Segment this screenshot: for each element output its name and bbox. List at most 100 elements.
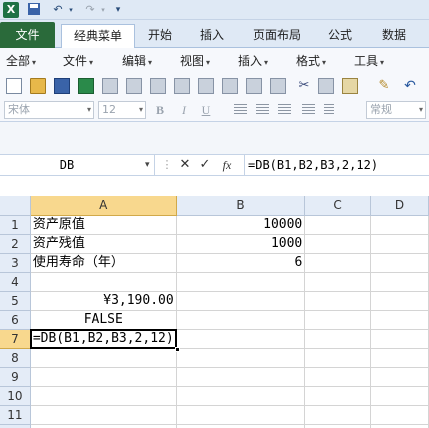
- permission-icon[interactable]: [198, 78, 214, 94]
- undo-icon[interactable]: ↶: [402, 78, 418, 94]
- italic-button[interactable]: I: [176, 102, 192, 118]
- column-header-c[interactable]: C: [304, 196, 371, 216]
- borders-icon[interactable]: [324, 104, 334, 115]
- row-header[interactable]: 11: [0, 405, 31, 425]
- copy-icon[interactable]: [318, 78, 334, 94]
- email-icon[interactable]: [222, 78, 238, 94]
- cell-b7[interactable]: [176, 329, 306, 349]
- redo-dropdown-icon[interactable]: ▾: [99, 2, 107, 18]
- menu-file[interactable]: 文件 ▾: [63, 53, 93, 71]
- spelling-icon[interactable]: [150, 78, 166, 94]
- cell-a11[interactable]: [30, 405, 177, 425]
- hyperlink-icon[interactable]: [246, 78, 262, 94]
- comment-icon[interactable]: [270, 78, 286, 94]
- cell-a10[interactable]: [30, 386, 177, 406]
- merge-center-icon[interactable]: [302, 104, 315, 115]
- tab-data[interactable]: 数据: [372, 24, 416, 48]
- cell-b4[interactable]: [176, 272, 306, 292]
- cell-c7[interactable]: [304, 329, 371, 349]
- tab-insert[interactable]: 插入: [190, 24, 234, 48]
- cell-d2[interactable]: [370, 234, 429, 254]
- undo-icon[interactable]: ↶: [48, 2, 68, 18]
- cell-b8[interactable]: [176, 348, 306, 368]
- tab-home[interactable]: 开始: [140, 24, 180, 48]
- row-header[interactable]: 10: [0, 386, 31, 406]
- row-header[interactable]: 12: [0, 424, 31, 428]
- cell-a9[interactable]: [30, 367, 177, 387]
- font-name-select[interactable]: 宋体 ▾: [4, 101, 94, 119]
- cell-a1[interactable]: 资产原值: [30, 215, 177, 235]
- cell-c2[interactable]: [304, 234, 371, 254]
- cell-a2[interactable]: 资产残值: [30, 234, 177, 254]
- customize-toolbar-icon[interactable]: ▾: [113, 2, 123, 18]
- cell-a7-active[interactable]: =DB(B1,B2,B3,2,12): [29, 328, 180, 352]
- cell-c12[interactable]: [304, 424, 371, 428]
- cell-c4[interactable]: [304, 272, 371, 292]
- excel-file-icon[interactable]: [78, 78, 94, 94]
- cut-icon[interactable]: ✂: [296, 78, 312, 94]
- print-icon[interactable]: [126, 78, 142, 94]
- cell-d10[interactable]: [370, 386, 429, 406]
- formula-input[interactable]: =DB(B1,B2,B3,2,12): [244, 155, 429, 175]
- cell-d1[interactable]: [370, 215, 429, 235]
- tab-classic-menu[interactable]: 经典菜单: [61, 24, 135, 48]
- cell-d4[interactable]: [370, 272, 429, 292]
- cell-c11[interactable]: [304, 405, 371, 425]
- tab-formulas[interactable]: 公式: [318, 24, 362, 48]
- cell-c9[interactable]: [304, 367, 371, 387]
- column-header-d[interactable]: D: [370, 196, 429, 216]
- select-all-corner[interactable]: [0, 196, 31, 216]
- cell-d9[interactable]: [370, 367, 429, 387]
- row-header[interactable]: 7: [0, 329, 31, 349]
- confirm-entry-icon[interactable]: ✓: [196, 155, 214, 175]
- new-document-icon[interactable]: [6, 78, 22, 94]
- row-header[interactable]: 2: [0, 234, 31, 254]
- save-icon[interactable]: [54, 78, 70, 94]
- open-folder-icon[interactable]: [30, 78, 46, 94]
- row-header[interactable]: 4: [0, 272, 31, 292]
- cell-c1[interactable]: [304, 215, 371, 235]
- cell-a12[interactable]: [30, 424, 177, 428]
- cell-d6[interactable]: [370, 310, 429, 330]
- cell-b3[interactable]: 6: [176, 253, 306, 273]
- row-header[interactable]: 6: [0, 310, 31, 330]
- underline-button[interactable]: U: [198, 102, 214, 118]
- row-header[interactable]: 3: [0, 253, 31, 273]
- menu-edit[interactable]: 编辑 ▾: [122, 53, 152, 71]
- menu-view[interactable]: 视图 ▾: [180, 53, 210, 71]
- number-format-select[interactable]: 常规 ▾: [366, 101, 426, 119]
- menu-format[interactable]: 格式 ▾: [296, 53, 326, 71]
- row-header[interactable]: 9: [0, 367, 31, 387]
- research-icon[interactable]: [174, 78, 190, 94]
- cell-c8[interactable]: [304, 348, 371, 368]
- cell-d7[interactable]: [370, 329, 429, 349]
- menu-insert[interactable]: 插入 ▾: [238, 53, 268, 71]
- name-box[interactable]: DB: [0, 155, 155, 175]
- row-header[interactable]: 1: [0, 215, 31, 235]
- menu-tools[interactable]: 工具 ▾: [354, 53, 384, 71]
- cell-b10[interactable]: [176, 386, 306, 406]
- align-right-icon[interactable]: [278, 104, 291, 115]
- cell-d11[interactable]: [370, 405, 429, 425]
- align-center-icon[interactable]: [256, 104, 269, 115]
- cancel-entry-icon[interactable]: ✕: [176, 155, 194, 175]
- column-header-a[interactable]: A: [30, 196, 177, 216]
- row-header[interactable]: 8: [0, 348, 31, 368]
- cell-b12[interactable]: [176, 424, 306, 428]
- paste-icon[interactable]: [342, 78, 358, 94]
- cell-b9[interactable]: [176, 367, 306, 387]
- save-icon[interactable]: [26, 2, 42, 18]
- cell-c5[interactable]: [304, 291, 371, 311]
- cell-d5[interactable]: [370, 291, 429, 311]
- cell-a8[interactable]: [30, 348, 177, 368]
- cell-d3[interactable]: [370, 253, 429, 273]
- cell-c3[interactable]: [304, 253, 371, 273]
- cell-c10[interactable]: [304, 386, 371, 406]
- cell-d12[interactable]: [370, 424, 429, 428]
- fill-handle[interactable]: [174, 346, 180, 352]
- format-painter-icon[interactable]: ✎: [376, 78, 392, 94]
- row-header[interactable]: 5: [0, 291, 31, 311]
- cell-a6[interactable]: FALSE: [30, 310, 177, 330]
- bold-button[interactable]: B: [152, 102, 168, 118]
- name-box-dropdown-icon[interactable]: ▾: [145, 155, 150, 175]
